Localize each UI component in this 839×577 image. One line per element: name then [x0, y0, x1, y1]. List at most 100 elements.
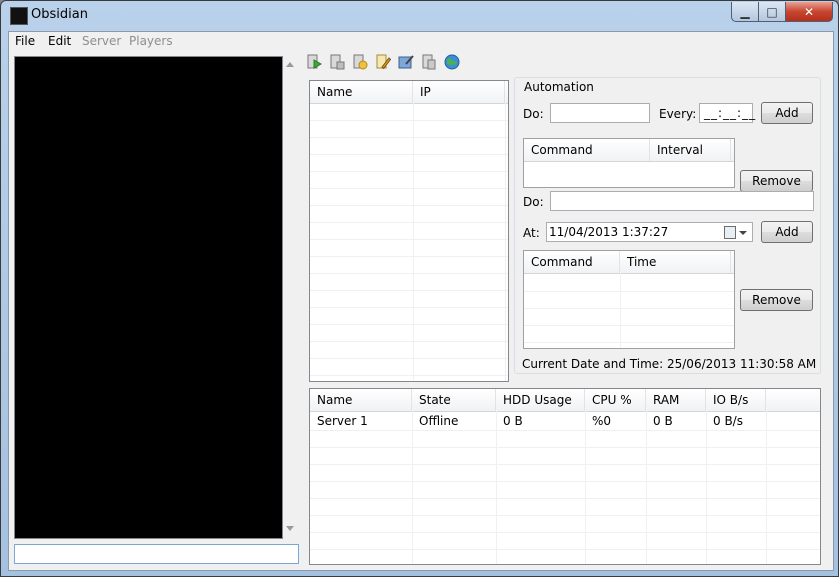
close-button[interactable]: ✕ [785, 2, 833, 22]
web-icon[interactable] [444, 54, 460, 70]
grid-divider [620, 273, 621, 348]
every-label: Every: [659, 107, 697, 121]
players-list[interactable]: Name IP [309, 80, 509, 382]
column-header-state[interactable]: State [412, 389, 496, 411]
delete-server-icon[interactable] [421, 54, 437, 70]
table-cell-cpu[interactable]: %0 [585, 413, 611, 430]
column-header-ip[interactable]: IP [413, 81, 505, 103]
grid-divider [310, 375, 508, 376]
grid-divider [310, 515, 820, 516]
scroll-up-icon[interactable] [286, 62, 294, 67]
menu-file[interactable]: File [15, 34, 35, 48]
grid-divider [310, 358, 508, 359]
minimize-icon: ▁ [740, 4, 750, 19]
console-output[interactable] [14, 56, 283, 539]
restart-server-icon[interactable] [352, 54, 368, 70]
calendar-icon [724, 226, 736, 239]
do-command-input[interactable] [550, 103, 650, 123]
table-cell-name[interactable]: Server 1 [310, 413, 368, 430]
app-window: Obsidian ▁ □ ✕ File Edit Server Players [0, 0, 839, 577]
column-header-ram[interactable]: RAM [646, 389, 706, 411]
interval-list[interactable]: Command Interval [523, 138, 735, 188]
grid-divider [585, 411, 586, 564]
menu-bar: File Edit Server Players [9, 32, 833, 52]
at-datetime-value: 11/04/2013 1:37:27 [549, 225, 669, 239]
servers-table-header: Name State HDD Usage CPU % RAM IO B/s [310, 389, 820, 412]
grid-divider [766, 411, 767, 564]
grid-divider [310, 171, 508, 172]
column-header-io[interactable]: IO B/s [706, 389, 766, 411]
grid-divider [310, 290, 508, 291]
at-datetime-picker[interactable]: 11/04/2013 1:37:27 [546, 222, 753, 242]
grid-divider [310, 273, 508, 274]
grid-divider [496, 411, 497, 564]
column-header-name[interactable]: Name [310, 389, 412, 411]
grid-divider [310, 447, 820, 448]
table-cell-hdd[interactable]: 0 B [496, 413, 523, 430]
remove-interval-button[interactable]: Remove [740, 170, 813, 192]
grid-divider [310, 532, 820, 533]
client-area: File Edit Server Players Name IP Automat… [8, 31, 834, 571]
grid-divider [524, 308, 734, 309]
every-interval-input[interactable]: __:__:__ [699, 103, 757, 123]
grid-divider [310, 154, 508, 155]
add-scheduled-button[interactable]: Add [761, 221, 813, 243]
column-header-name[interactable]: Name [310, 81, 413, 103]
scheduled-list-header: Command Time [524, 251, 734, 274]
grid-divider [310, 307, 508, 308]
table-cell-ram[interactable]: 0 B [646, 413, 673, 430]
menu-server[interactable]: Server [82, 34, 121, 48]
column-header-interval[interactable]: Interval [650, 139, 731, 161]
grid-divider [524, 291, 734, 292]
grid-divider [310, 222, 508, 223]
column-header-cpu[interactable]: CPU % [585, 389, 646, 411]
window-title: Obsidian [31, 7, 88, 22]
start-server-icon[interactable] [306, 54, 322, 70]
console-scrollbar[interactable] [283, 56, 299, 537]
grid-divider [310, 481, 820, 482]
settings-icon[interactable] [398, 54, 414, 70]
table-cell-state[interactable]: Offline [412, 413, 458, 430]
grid-divider [310, 256, 508, 257]
grid-divider [310, 464, 820, 465]
grid-divider [310, 498, 820, 499]
stop-server-icon[interactable] [329, 54, 345, 70]
servers-table[interactable]: Name State HDD Usage CPU % RAM IO B/s Se… [309, 388, 821, 565]
grid-divider [412, 411, 413, 564]
grid-divider [646, 411, 647, 564]
menu-edit[interactable]: Edit [48, 34, 71, 48]
column-header-command[interactable]: Command [524, 251, 620, 273]
console-command-input[interactable] [14, 544, 299, 564]
every-interval-mask: __:__:__ [704, 106, 757, 120]
grid-divider [310, 205, 508, 206]
maximize-button[interactable]: □ [758, 2, 786, 22]
grid-divider [310, 188, 508, 189]
grid-divider [413, 103, 414, 381]
column-header-command[interactable]: Command [524, 139, 650, 161]
grid-divider [310, 324, 508, 325]
do2-label: Do: [523, 195, 544, 209]
table-cell-io[interactable]: 0 B/s [706, 413, 743, 430]
grid-divider [505, 103, 506, 381]
column-header-hdd[interactable]: HDD Usage [496, 389, 585, 411]
menu-players[interactable]: Players [129, 34, 173, 48]
title-bar: Obsidian ▁ □ ✕ [1, 1, 838, 31]
grid-divider [524, 325, 734, 326]
scroll-down-icon[interactable] [286, 526, 294, 531]
grid-divider [310, 120, 508, 121]
scheduled-list[interactable]: Command Time [523, 250, 735, 349]
grid-divider [310, 341, 508, 342]
close-icon: ✕ [803, 4, 815, 19]
grid-divider [310, 239, 508, 240]
add-interval-button[interactable]: Add [761, 102, 813, 124]
remove-scheduled-button[interactable]: Remove [740, 289, 813, 311]
scheduled-command-input[interactable] [550, 191, 814, 211]
column-header-time[interactable]: Time [620, 251, 731, 273]
chevron-down-icon[interactable] [739, 231, 747, 235]
at-label: At: [523, 226, 540, 240]
automation-title: Automation [521, 80, 597, 94]
minimize-button[interactable]: ▁ [731, 2, 759, 22]
interval-list-header: Command Interval [524, 139, 734, 162]
do-label: Do: [523, 107, 544, 121]
edit-server-icon[interactable] [375, 54, 391, 70]
